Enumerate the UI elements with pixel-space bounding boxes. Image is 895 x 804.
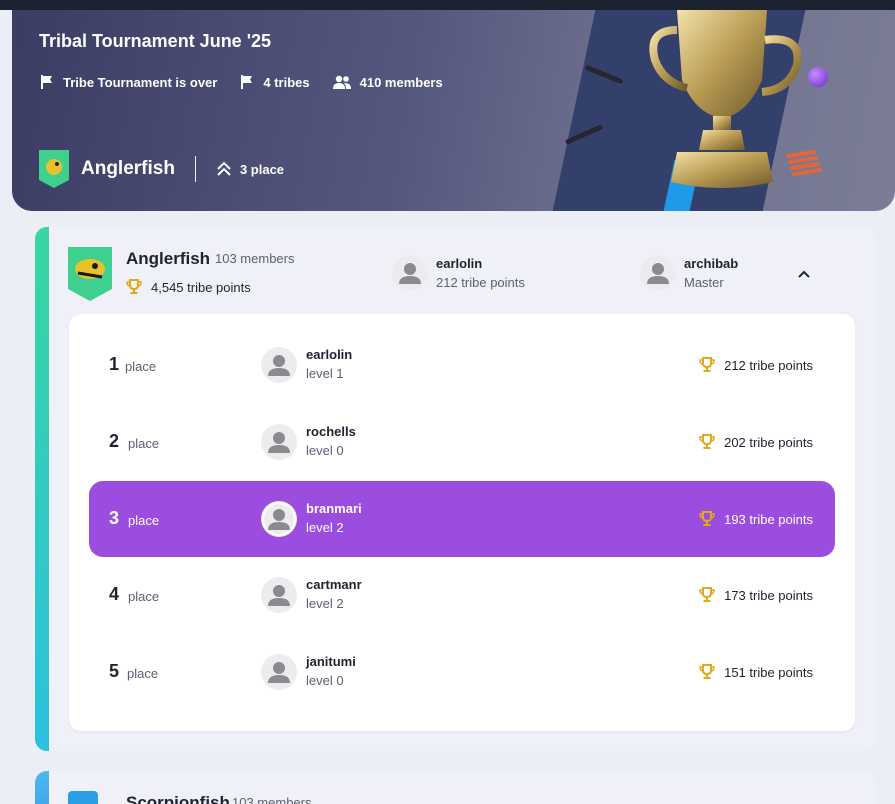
trophy-icon [699,511,715,526]
place-label: place [128,589,160,604]
avatar-icon [261,577,297,613]
place-label: place [128,436,160,451]
trophy-icon [699,357,715,372]
member-points: 151 tribe points [699,664,813,680]
avatar-icon [261,654,297,690]
flag-icon [41,75,52,89]
member-name: earlolin [306,347,353,362]
trophy-illustration [649,10,802,188]
points-text: 202 tribe points [724,434,813,450]
divider [194,156,196,182]
tribe-count-text: 4 tribes [263,74,310,90]
member-level: level 2 [306,596,344,611]
leaderboard-row-current-user[interactable]: 3 place branmari level 2 193 tribe point… [89,481,835,557]
member-name: cartmanr [306,577,362,592]
leader-sub: 212 tribe points [436,275,525,290]
place-label: place [127,666,159,681]
leaderboard-row[interactable]: 1 place earlolin level 1 212 tribe point… [89,327,835,403]
leaderboard-row[interactable]: 5 place janitumi level 0 151 tribe point… [89,634,835,710]
tribe-members: 103 members [232,795,312,804]
status-text: Tribe Tournament is over [63,74,218,90]
points-text: 173 tribe points [724,587,813,603]
rank-number: 3 [109,508,120,528]
tournament-hero-banner: Tribal Tournament June '25 Tribe Tournam… [12,10,895,211]
tribe-count: 4 tribes [239,74,310,90]
member-level: level 0 [306,443,344,458]
avatar-icon [261,501,297,537]
double-chevron-up-icon [217,161,231,176]
trophy-icon [126,279,142,294]
member-points: 212 tribe points [699,357,813,373]
leaderboard-row[interactable]: 2 place rochells level 0 202 tribe point… [89,404,835,480]
users-icon [332,75,351,89]
member-name: janitumi [306,654,356,669]
member-level: level 0 [306,673,344,688]
top-bar [0,0,895,10]
place-text: 3 place [239,161,285,177]
points-text: 151 tribe points [724,664,813,680]
leader-name: archibab [684,256,739,271]
tribe-points-text: 4,545 tribe points [151,279,251,295]
flag-icon [241,75,253,89]
place-label: place [125,359,157,374]
member-count-text: 410 members [359,74,443,90]
tribe-name: Anglerfish [126,249,211,268]
tournament-meta: Tribe Tournament is over 4 tribes 410 me… [39,74,465,90]
my-tribe-summary: Anglerfish 3 place [39,150,284,188]
points-text: 193 tribe points [724,511,813,527]
tribe-shield-icon [39,150,69,188]
tribe-color-accent [35,771,49,804]
my-tribe-name: Anglerfish [81,158,175,179]
rank-number: 5 [109,661,120,681]
tribe-emblem [68,791,98,804]
avatar-icon [261,424,297,460]
chevron-up-icon[interactable] [797,267,811,281]
leader-sub: Master [684,275,724,290]
tribe-card-next[interactable]: Scorpionfish 103 members [35,771,875,804]
member-name: rochells [306,424,356,439]
tribe-emblem [68,247,112,301]
leaderboard-row[interactable]: 4 place cartmanr level 2 173 tribe point… [89,557,835,633]
leader-name: earlolin [436,256,483,271]
tribe-points: 4,545 tribe points [126,279,251,295]
avatar-icon [392,255,428,291]
points-text: 212 tribe points [724,357,813,373]
trophy-icon [699,587,715,602]
rank-number: 2 [109,431,120,451]
tribe-top-member[interactable]: earlolin 212 tribe points [392,255,525,291]
avatar-icon [261,347,297,383]
member-level: level 1 [306,366,344,381]
member-points: 173 tribe points [699,587,813,603]
member-count: 410 members [332,74,443,90]
tribe-member-leaderboard: 1 place earlolin level 1 212 tribe point… [69,314,855,731]
tribe-members: 103 members [215,251,295,266]
trophy-icon [699,434,715,449]
tournament-title: Tribal Tournament June '25 [39,31,271,51]
rank-number: 4 [109,584,120,604]
tribe-leader[interactable]: archibab Master [640,255,738,291]
avatar-icon [640,255,676,291]
place-label: place [128,513,160,528]
member-name: branmari [306,501,362,516]
tribe-name: Scorpionfish [126,793,230,804]
tournament-status: Tribe Tournament is over [39,74,217,90]
tribe-color-accent [35,227,49,751]
rank-number: 1 [109,354,120,374]
my-tribe-place: 3 place [216,161,284,177]
member-points: 193 tribe points [699,511,813,527]
trophy-icon [699,664,715,679]
member-points: 202 tribe points [699,434,813,450]
member-level: level 2 [306,520,344,535]
